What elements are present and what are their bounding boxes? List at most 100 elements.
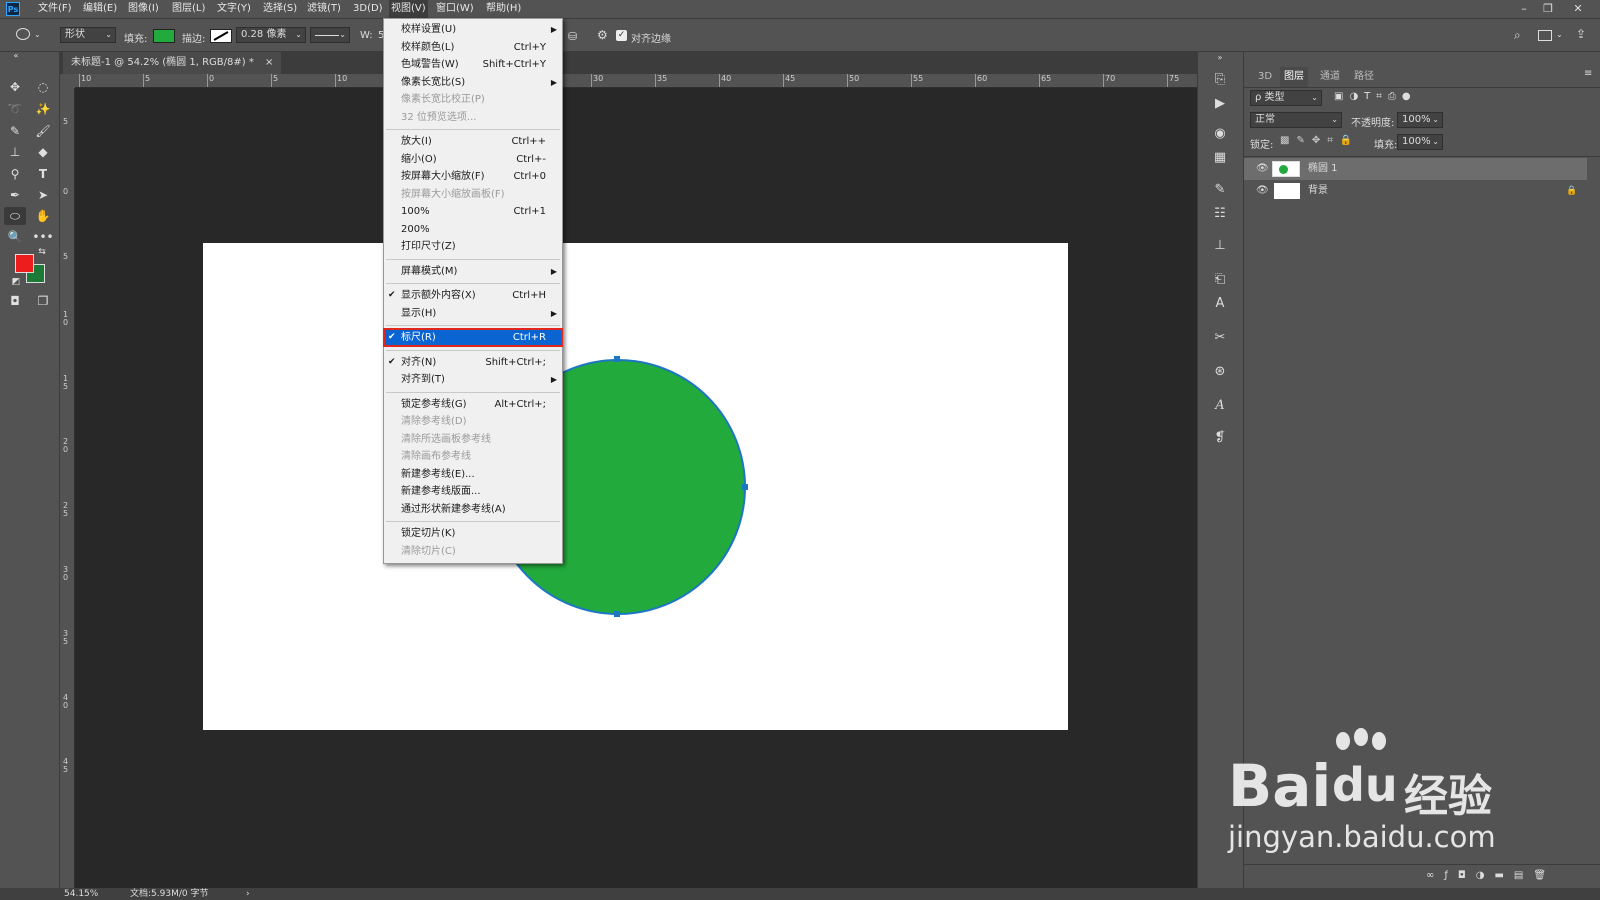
- view-menu-item-15[interactable]: 屏幕模式(M) ▶: [384, 263, 562, 280]
- view-menu-item-3[interactable]: 像素长宽比(S) ▶: [384, 74, 562, 91]
- menu-item-shortcut: Ctrl+0: [513, 171, 546, 182]
- view-menu-item-31[interactable]: 通过形状新建参考线(A): [384, 501, 562, 518]
- layer-row-ellipse[interactable]: 👁 椭圆 1: [1244, 158, 1587, 180]
- menu-item-label: 200%: [401, 223, 430, 235]
- view-menu-item-33[interactable]: 锁定切片(K): [384, 525, 562, 542]
- menu-separator: [386, 325, 560, 326]
- menu-item-label: 清除所选画板参考线: [401, 433, 491, 445]
- eye-icon[interactable]: 👁: [1256, 158, 1269, 180]
- properties-icon[interactable]: ⎗: [1210, 270, 1230, 290]
- submenu-arrow-icon: ▶: [550, 308, 557, 318]
- menu-item-label: 锁定切片(K): [401, 528, 456, 539]
- menu-item-label: 清除画布参考线: [401, 451, 471, 462]
- zoom-level[interactable]: 54.15%: [64, 888, 98, 900]
- opacity-field[interactable]: 100% ⌄: [1397, 112, 1443, 128]
- clone-source-icon[interactable]: ⊥: [1210, 236, 1230, 256]
- lock-label: 锁定:: [1250, 140, 1274, 151]
- menu-item-shortcut: Ctrl++: [511, 136, 546, 147]
- view-menu-item-1[interactable]: 校样颜色(L) Ctrl+Y: [384, 39, 562, 56]
- menu-separator: [386, 258, 560, 260]
- lock-options-icons[interactable]: ▩✎✥⌗🔒: [1280, 135, 1359, 146]
- menu-item-shortcut: Ctrl+H: [512, 290, 546, 301]
- view-menu-item-0[interactable]: 校样设置(U) ▶: [384, 21, 562, 38]
- view-menu-item-11[interactable]: 100% Ctrl+1: [384, 203, 562, 220]
- view-menu-item-20[interactable]: ✔ 标尺(R) Ctrl+R: [383, 328, 563, 347]
- menu-item-shortcut: Shift+Ctrl+;: [485, 356, 546, 368]
- panel-tab-1[interactable]: 图层: [1280, 67, 1308, 87]
- submenu-arrow-icon: ▶: [550, 77, 557, 87]
- panel-tab-0[interactable]: 3D: [1254, 67, 1276, 87]
- menu-separator: [386, 129, 560, 130]
- anchor-point-bottom[interactable]: [614, 611, 620, 617]
- menu-item-label: 通过形状新建参考线(A): [401, 503, 506, 515]
- status-menu-arrow[interactable]: ›: [246, 888, 250, 900]
- view-menu-item-8[interactable]: 缩小(O) Ctrl+-: [384, 151, 562, 168]
- menu-item-label: 显示(H): [401, 307, 437, 319]
- actions-play-icon[interactable]: ▶: [1210, 94, 1230, 114]
- fill-opacity-field[interactable]: 100% ⌄: [1397, 134, 1443, 150]
- collapse-panels-icon[interactable]: »: [1210, 54, 1230, 62]
- libraries-icon[interactable]: ⊛: [1210, 362, 1230, 382]
- view-menu-item-2[interactable]: 色域警告(W) Shift+Ctrl+Y: [384, 56, 562, 73]
- menu-item-label: 锁定参考线(G): [401, 398, 467, 410]
- menu-separator: [386, 283, 560, 284]
- eye-icon[interactable]: 👁: [1256, 180, 1269, 202]
- view-menu-item-25[interactable]: 锁定参考线(G) Alt+Ctrl+;: [384, 396, 562, 413]
- view-menu-dropdown: 校样设置(U) ▶ 校样颜色(L) Ctrl+Y 色域警告(W) Shift+Ctrl+Y…: [383, 18, 563, 564]
- layer-filter-select[interactable]: ρ 类型 ⌄: [1250, 90, 1322, 106]
- opacity-label: 不透明度:: [1351, 118, 1395, 129]
- checkmark-icon: ✔: [388, 332, 396, 342]
- blend-mode-value: 正常: [1255, 114, 1275, 125]
- menu-item-label: 校样设置(U): [401, 24, 457, 35]
- view-menu-item-26: 清除参考线(D): [384, 413, 562, 430]
- anchor-point-top[interactable]: [614, 356, 620, 362]
- submenu-arrow-icon: ▶: [550, 266, 557, 276]
- watermark-brand: Bai: [1228, 752, 1332, 820]
- blend-mode-select[interactable]: 正常 ⌄: [1250, 112, 1342, 128]
- menu-item-shortcut: Ctrl+1: [513, 206, 546, 217]
- glyphs-icon[interactable]: A: [1210, 396, 1230, 416]
- character-icon[interactable]: A: [1210, 294, 1230, 314]
- panel-tab-3[interactable]: 路径: [1350, 67, 1378, 87]
- anchor-point-right[interactable]: [742, 484, 748, 490]
- view-menu-item-12[interactable]: 200%: [384, 221, 562, 238]
- menu-item-label: 标尺(R): [401, 332, 436, 343]
- view-menu-item-9[interactable]: 按屏幕大小缩放(F) Ctrl+0: [384, 168, 562, 185]
- view-menu-item-7[interactable]: 放大(I) Ctrl++: [384, 133, 562, 150]
- view-menu-item-34: 清除切片(C): [384, 543, 562, 560]
- menu-item-shortcut: Shift+Ctrl+Y: [482, 59, 546, 70]
- layer-name: 椭圆 1: [1308, 163, 1338, 174]
- layer-panel-footer-icons[interactable]: ∞ƒ◘◑▬▤🗑: [1426, 870, 1556, 881]
- history-icon[interactable]: ⎘: [1210, 70, 1230, 90]
- panel-tab-2[interactable]: 通道: [1316, 67, 1344, 87]
- view-menu-item-30[interactable]: 新建参考线版面...: [384, 483, 562, 500]
- menu-item-label: 显示额外内容(X): [401, 290, 476, 301]
- layer-row-background[interactable]: 👁 背景 🔒: [1244, 180, 1587, 202]
- checkmark-icon: ✔: [388, 290, 396, 300]
- tools-scissors-icon[interactable]: ✂: [1210, 328, 1230, 348]
- menu-item-label: 校样颜色(L): [401, 41, 455, 53]
- menu-item-shortcut: Ctrl+Y: [513, 41, 546, 53]
- grid-icon[interactable]: ▦: [1210, 148, 1230, 168]
- layer-filter-label: ρ 类型: [1255, 92, 1285, 103]
- brush-settings-icon[interactable]: ✎: [1210, 180, 1230, 200]
- menu-item-label: 对齐(N): [401, 356, 437, 368]
- layer-filter-icons[interactable]: ▣◑T⌗⎙●: [1334, 91, 1417, 102]
- paragraph-styles-icon[interactable]: ❡: [1210, 428, 1230, 448]
- panel-menu-icon[interactable]: ≡: [1584, 68, 1592, 79]
- view-menu-item-17[interactable]: ✔ 显示额外内容(X) Ctrl+H: [384, 287, 562, 304]
- watermark-du: du: [1332, 758, 1398, 812]
- menu-item-label: 32 位预览选项...: [401, 111, 477, 123]
- view-menu-item-13[interactable]: 打印尺寸(Z): [384, 238, 562, 255]
- 3d-icon[interactable]: ◉: [1210, 124, 1230, 144]
- menu-item-label: 像素长宽比校正(P): [401, 94, 485, 105]
- adjustments-icon[interactable]: ☷: [1210, 204, 1230, 224]
- view-menu-item-18[interactable]: 显示(H) ▶: [384, 305, 562, 322]
- menu-item-label: 屏幕模式(M): [401, 265, 458, 277]
- view-menu-item-23[interactable]: 对齐到(T) ▶: [384, 371, 562, 388]
- view-menu-item-27: 清除所选画板参考线: [384, 431, 562, 448]
- menu-item-label: 打印尺寸(Z): [401, 241, 456, 252]
- view-menu-item-10: 按屏幕大小缩放画板(F): [384, 186, 562, 203]
- view-menu-item-22[interactable]: ✔ 对齐(N) Shift+Ctrl+;: [384, 354, 562, 371]
- view-menu-item-29[interactable]: 新建参考线(E)...: [384, 466, 562, 483]
